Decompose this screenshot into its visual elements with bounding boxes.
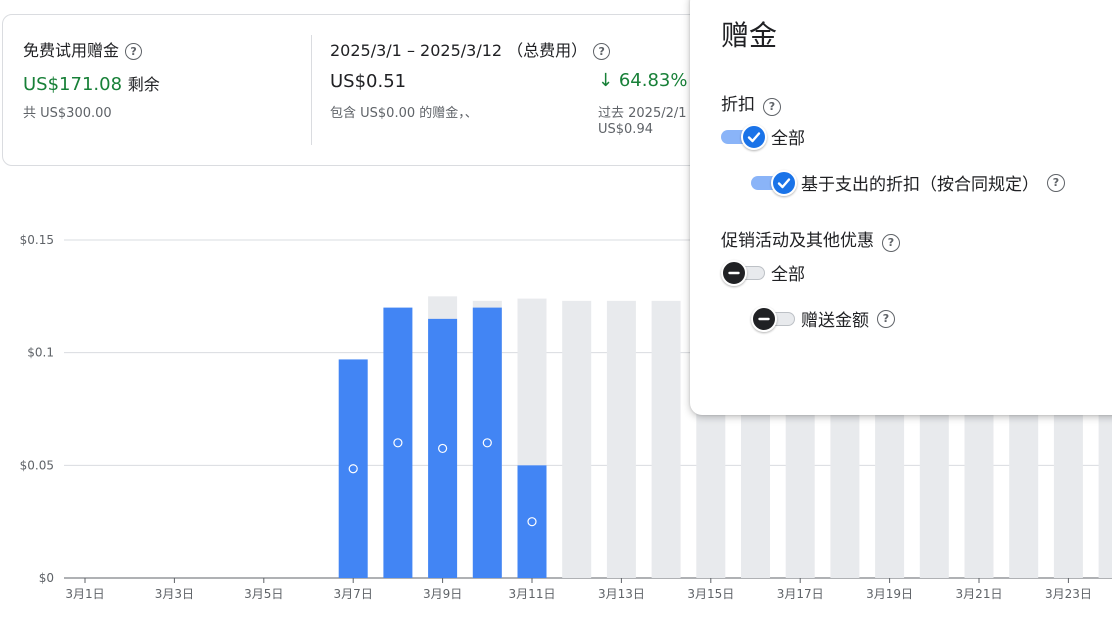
credit-remaining-suffix: 剩余 [127, 75, 160, 94]
help-icon[interactable]: ? [763, 98, 781, 116]
summary-card: 免费试用赠金? US$171.08 剩余 共 US$300.00 2025/3/… [2, 14, 764, 166]
gift-amount-toggle[interactable] [751, 305, 797, 332]
panel-title: 赠金 [721, 19, 778, 52]
cost-bar [517, 465, 547, 578]
credit-included-note: 包含 US$0.00 的赠金，、 [330, 106, 478, 121]
discount-all-toggle-row[interactable]: 全部 [721, 123, 805, 150]
x-tick-label: 3月13日 [598, 587, 645, 601]
promotions-all-toggle[interactable] [721, 259, 767, 286]
x-tick-label: 3月3日 [155, 587, 194, 601]
forecast-bar [606, 300, 636, 578]
gift-amount-toggle-row[interactable]: 赠送金额? [751, 305, 895, 332]
x-tick-label: 3月23日 [1045, 587, 1092, 601]
total-cost-value: US$0.51 [330, 71, 407, 92]
comparison-period: 过去 2025/2/1 [598, 106, 687, 121]
down-arrow-icon: ↓ [598, 70, 614, 91]
help-icon[interactable]: ? [882, 234, 900, 252]
x-tick-label: 3月7日 [334, 587, 373, 601]
help-icon[interactable]: ? [877, 309, 895, 328]
x-axis-labels: 3月1日 3月3日 3月5日 3月7日 3月9日 3月11日 3月13日 3月15日 3月17日… [65, 578, 1092, 601]
x-tick-label: 3月21日 [956, 587, 1003, 601]
y-tick-label: $0.05 [20, 458, 54, 472]
card-divider [311, 35, 312, 145]
spend-based-discount-toggle[interactable] [751, 169, 797, 196]
credit-total: 共 US$300.00 [23, 106, 112, 121]
x-tick-label: 3月15日 [687, 587, 734, 601]
promotions-all-label: 全部 [771, 265, 805, 285]
x-tick-label: 3月17日 [777, 587, 824, 601]
checkmark-icon [741, 123, 767, 150]
x-tick-label: 3月5日 [244, 587, 283, 601]
promotions-all-toggle-row[interactable]: 全部 [721, 259, 805, 286]
date-range-title: 2025/3/1 – 2025/3/12 （总费用） [330, 41, 588, 60]
promotions-section-label: 促销活动及其他优惠 [721, 231, 874, 251]
y-axis-labels: $0 $0.05 $0.1 $0.15 [20, 233, 54, 585]
minus-icon [751, 305, 777, 332]
gift-amount-label: 赠送金额 [801, 311, 869, 331]
spend-based-discount-toggle-row[interactable]: 基于支出的折扣（按合同规定）? [751, 169, 1065, 196]
x-tick-label: 3月11日 [509, 587, 556, 601]
comparison-value: US$0.94 [598, 122, 653, 137]
trend-percent: 64.83% [618, 70, 688, 91]
discount-all-label: 全部 [771, 129, 805, 149]
minus-icon [721, 259, 747, 286]
cost-bar [428, 318, 458, 578]
help-icon[interactable]: ? [593, 43, 611, 60]
x-tick-label: 3月9日 [423, 587, 462, 601]
x-tick-label: 3月1日 [65, 587, 104, 601]
spend-based-discount-label: 基于支出的折扣（按合同规定） [801, 175, 1039, 195]
forecast-bar [651, 300, 681, 578]
help-icon[interactable]: ? [125, 43, 143, 60]
y-tick-label: $0.15 [20, 233, 54, 247]
discount-all-toggle[interactable] [721, 123, 767, 150]
checkmark-icon [771, 169, 797, 196]
free-trial-title: 免费试用赠金 [23, 41, 120, 60]
y-tick-label: $0.1 [27, 346, 54, 360]
y-tick-label: $0 [39, 571, 54, 585]
forecast-bar [562, 300, 592, 578]
credits-filter-panel: 赠金 折扣? 全部 基于支出的折扣（按合同规定）? 促销活动及其他优惠? 全部 … [690, 0, 1112, 415]
credit-remaining-value: US$171.08 [23, 74, 123, 95]
cost-bar [472, 307, 502, 578]
cost-bar [383, 307, 413, 578]
cost-bar [338, 359, 368, 578]
help-icon[interactable]: ? [1047, 173, 1065, 192]
x-tick-label: 3月19日 [866, 587, 913, 601]
discount-section-label: 折扣 [721, 95, 755, 115]
